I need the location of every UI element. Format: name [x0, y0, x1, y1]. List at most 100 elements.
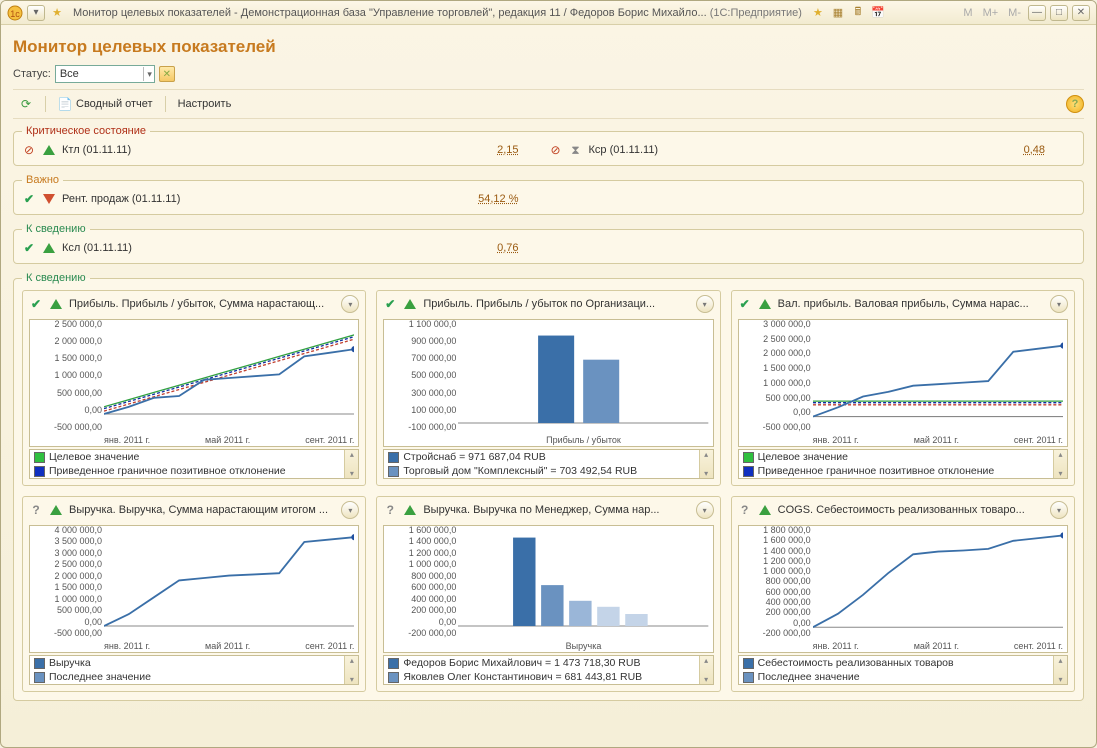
titlebar: 1c ▾ ★ Монитор целевых показателей - Дем…	[1, 1, 1096, 25]
chart-menu-button[interactable]: ▾	[341, 501, 359, 519]
kpi-value[interactable]: 0,76	[497, 242, 548, 254]
legend-item: Торговый дом "Комплексный" = 703 492,54 …	[384, 464, 712, 478]
group-legend: Важно	[22, 174, 63, 186]
kpi-item: ⊘ ⧗ Кср (01.11.11) 0,48	[549, 143, 1076, 157]
page-title: Монитор целевых показателей	[13, 37, 1084, 57]
minimize-button[interactable]: —	[1028, 5, 1046, 21]
calc-icon[interactable]: 🖩	[850, 5, 866, 21]
y-axis-ticks: 1 100 000,0900 000,00700 000,00500 000,0…	[386, 320, 456, 432]
group-legend: К сведению	[22, 223, 90, 235]
chart-card: ✔ Прибыль. Прибыль / убыток по Организац…	[376, 290, 720, 486]
chart-plot[interactable]: 1 100 000,0900 000,00700 000,00500 000,0…	[383, 319, 713, 447]
group-legend: Критическое состояние	[22, 125, 150, 137]
report-icon: 📄	[58, 97, 72, 111]
check-icon: ✔	[22, 192, 36, 206]
x-axis-ticks: янв. 2011 г.май 2011 г.сент. 2011 г.	[813, 641, 1063, 651]
mminus-indicator: M-	[1005, 7, 1024, 19]
kpi-item: ✔ Ксл (01.11.11) 0,76	[22, 241, 549, 255]
scrollbar[interactable]: ▴▾	[699, 450, 713, 478]
chart-title: Прибыль. Прибыль / убыток по Организаци.…	[423, 298, 689, 310]
dropdown-button[interactable]: ▾	[27, 5, 45, 21]
summary-report-button[interactable]: 📄 Сводный отчет	[52, 94, 159, 114]
x-axis-ticks: янв. 2011 г.май 2011 г.сент. 2011 г.	[104, 435, 354, 445]
configure-button[interactable]: Настроить	[172, 94, 238, 114]
chart-menu-button[interactable]: ▾	[696, 295, 714, 313]
stop-icon: ⊘	[549, 143, 563, 157]
scrollbar[interactable]: ▴▾	[344, 450, 358, 478]
check-icon: ✔	[22, 241, 36, 255]
chart-card: ✔ Прибыль. Прибыль / убыток, Сумма нарас…	[22, 290, 366, 486]
status-select[interactable]: Все▾	[55, 65, 155, 83]
legend-item: Яковлев Олег Константинович = 681 443,81…	[384, 670, 712, 684]
group-legend: К сведению	[22, 272, 90, 284]
kpi-item: ✔ Рент. продаж (01.11.11) 54,12 %	[22, 192, 549, 206]
stop-icon: ⊘	[22, 143, 36, 157]
chart-title: Прибыль. Прибыль / убыток, Сумма нараста…	[69, 298, 335, 310]
trend-up-icon	[403, 503, 417, 517]
y-axis-ticks: 2 500 000,02 000 000,01 500 000,01 000 0…	[32, 320, 102, 432]
scrollbar[interactable]: ▴▾	[1053, 450, 1067, 478]
refresh-button[interactable]: ⟳	[13, 94, 39, 114]
chart-menu-button[interactable]: ▾	[696, 501, 714, 519]
chart-legend: ВыручкаПоследнее значение ▴▾	[29, 655, 359, 685]
check-icon: ✔	[29, 297, 43, 311]
x-axis-ticks: янв. 2011 г.май 2011 г.сент. 2011 г.	[104, 641, 354, 651]
scrollbar[interactable]: ▴▾	[1053, 656, 1067, 684]
chart-plot[interactable]: 1 600 000,01 400 000,01 200 000,01 000 0…	[383, 525, 713, 653]
question-icon: ?	[29, 503, 43, 517]
trend-up-icon	[49, 503, 63, 517]
legend-item: Выручка	[30, 656, 358, 670]
chart-legend: Стройснаб = 971 687,04 RUBТорговый дом "…	[383, 449, 713, 479]
trend-up-icon	[49, 297, 63, 311]
separator	[45, 96, 46, 112]
scrollbar[interactable]: ▴▾	[344, 656, 358, 684]
chart-title: Вал. прибыль. Валовая прибыль, Сумма нар…	[778, 298, 1044, 310]
chart-menu-button[interactable]: ▾	[341, 295, 359, 313]
y-axis-ticks: 1 800 000,01 600 000,01 400 000,01 200 0…	[741, 526, 811, 638]
trend-down-icon	[42, 192, 56, 206]
mplus-indicator: M+	[980, 7, 1002, 19]
y-axis-ticks: 3 000 000,02 500 000,02 000 000,01 500 0…	[741, 320, 811, 432]
grid-icon[interactable]: ▦	[830, 5, 846, 21]
legend-item: Целевое значение	[739, 450, 1067, 464]
chart-title: Выручка. Выручка, Сумма нарастающим итог…	[69, 504, 335, 516]
legend-item: Федоров Борис Михайлович = 1 473 718,30 …	[384, 656, 712, 670]
trend-up-icon	[42, 143, 56, 157]
calendar-icon[interactable]: 📅	[870, 5, 886, 21]
x-axis-label: Прибыль / убыток	[458, 435, 708, 445]
trend-up-icon	[42, 241, 56, 255]
clear-filter-button[interactable]: ✕	[159, 66, 175, 82]
chart-title: COGS. Себестоимость реализованных товаро…	[778, 504, 1044, 516]
scrollbar[interactable]: ▴▾	[699, 656, 713, 684]
chart-legend: Федоров Борис Михайлович = 1 473 718,30 …	[383, 655, 713, 685]
maximize-button[interactable]: □	[1050, 5, 1068, 21]
trend-up-icon	[758, 297, 772, 311]
chart-menu-button[interactable]: ▾	[1050, 295, 1068, 313]
chart-plot[interactable]: 4 000 000,03 500 000,03 000 000,02 500 0…	[29, 525, 359, 653]
app-icon: 1c	[7, 5, 23, 21]
group-critical: Критическое состояние ⊘ Ктл (01.11.11) 2…	[13, 125, 1084, 166]
legend-item: Приведенное граничное позитивное отклоне…	[739, 464, 1067, 478]
window-title: Монитор целевых показателей - Демонстрац…	[73, 7, 802, 19]
kpi-value[interactable]: 54,12 %	[478, 193, 548, 205]
legend-item: Стройснаб = 971 687,04 RUB	[384, 450, 712, 464]
question-icon: ?	[738, 503, 752, 517]
kpi-name: Ксл (01.11.11)	[62, 242, 491, 254]
chart-plot[interactable]: 2 500 000,02 000 000,01 500 000,01 000 0…	[29, 319, 359, 447]
trend-up-icon	[403, 297, 417, 311]
favorite-icon[interactable]: ★	[810, 5, 826, 21]
chart-card: ✔ Вал. прибыль. Валовая прибыль, Сумма н…	[731, 290, 1075, 486]
legend-item: Приведенное граничное позитивное отклоне…	[30, 464, 358, 478]
kpi-value[interactable]: 0,48	[1024, 144, 1075, 156]
close-button[interactable]: ✕	[1072, 5, 1090, 21]
check-icon: ✔	[383, 297, 397, 311]
chart-plot[interactable]: 1 800 000,01 600 000,01 400 000,01 200 0…	[738, 525, 1068, 653]
chart-plot[interactable]: 3 000 000,02 500 000,02 000 000,01 500 0…	[738, 319, 1068, 447]
chart-menu-button[interactable]: ▾	[1050, 501, 1068, 519]
legend-item: Последнее значение	[30, 670, 358, 684]
kpi-value[interactable]: 2,15	[497, 144, 548, 156]
help-button[interactable]: ?	[1066, 95, 1084, 113]
star-icon[interactable]: ★	[49, 5, 65, 21]
check-icon: ✔	[738, 297, 752, 311]
question-icon: ?	[383, 503, 397, 517]
